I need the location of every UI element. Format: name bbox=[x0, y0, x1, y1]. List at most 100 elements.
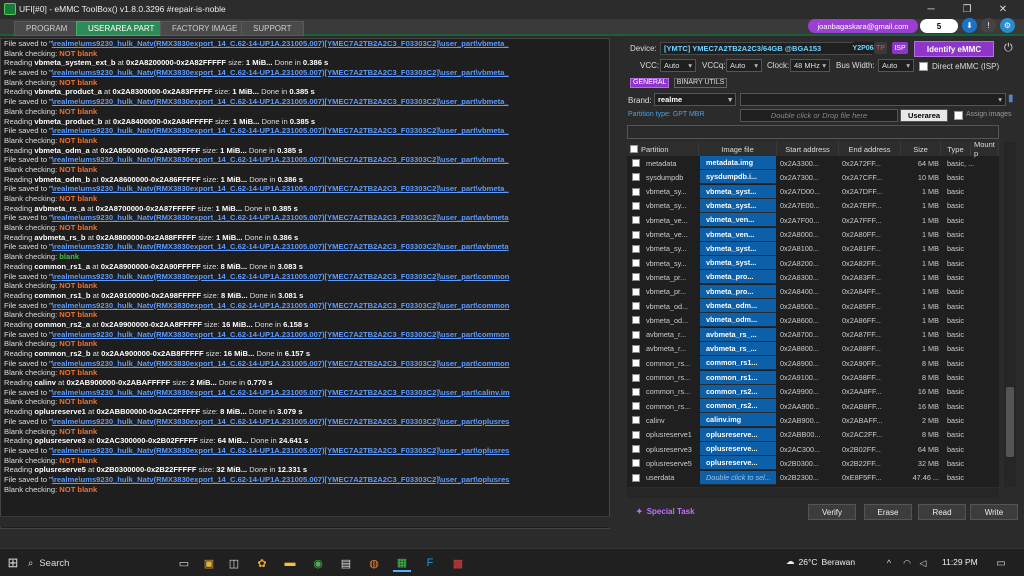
table-row[interactable]: vbmeta_pr... vbmeta_pro... 0x2A8400... 0x2A… bbox=[627, 284, 999, 299]
download-icon[interactable]: ⬇ bbox=[962, 18, 977, 33]
log-saved-path[interactable]: \realme\ums9230_hulk_Natv(RMX3830export_… bbox=[52, 213, 509, 222]
row-image-file[interactable]: vbmeta_ven... bbox=[700, 213, 776, 228]
row-image-file[interactable]: oplusreserve... bbox=[700, 442, 776, 456]
widgets-icon[interactable]: ◫ bbox=[225, 554, 243, 572]
row-image-file[interactable]: vbmeta_syst... bbox=[700, 198, 776, 213]
clock[interactable]: 11:29 PM bbox=[942, 557, 978, 567]
chrome-icon[interactable]: ◉ bbox=[309, 554, 327, 572]
brand-model-select[interactable] bbox=[740, 93, 1006, 106]
tray-chevron-icon[interactable]: ^ bbox=[880, 554, 898, 572]
info-icon[interactable]: ! bbox=[981, 18, 996, 33]
table-row[interactable]: common_rs... common_rs2... 0x2AA900... 0x2A… bbox=[627, 399, 999, 414]
table-row[interactable]: vbmeta_pr... vbmeta_pro... 0x2A8300... 0x2A… bbox=[627, 270, 999, 285]
log-saved-path[interactable]: \realme\ums9230_hulk_Natv(RMX3830export_… bbox=[52, 184, 509, 193]
table-row[interactable]: vbmeta_od... vbmeta_odm... 0x2A8600... 0x2A… bbox=[627, 313, 999, 328]
filter-bar[interactable] bbox=[627, 125, 999, 139]
direct-emmc-checkbox[interactable] bbox=[919, 62, 928, 71]
row-checkbox[interactable] bbox=[632, 316, 640, 325]
table-row[interactable]: common_rs... common_rs1... 0x2A9100... 0x2A… bbox=[627, 370, 999, 385]
row-image-file[interactable]: metadata.img bbox=[700, 156, 776, 170]
log-saved-path[interactable]: \realme\ums9230_hulk_Natv(RMX3830export_… bbox=[52, 301, 510, 310]
tab-userarea-part[interactable]: USERAREA PART bbox=[76, 21, 167, 36]
scroll-thumb[interactable] bbox=[1006, 387, 1014, 457]
row-image-file[interactable]: calinv.img bbox=[700, 413, 776, 428]
row-image-file[interactable]: vbmeta_odm... bbox=[700, 313, 776, 328]
row-checkbox[interactable] bbox=[632, 344, 640, 353]
row-checkbox[interactable] bbox=[632, 416, 640, 425]
task-view-icon[interactable]: ▭ bbox=[175, 554, 193, 572]
brand-select[interactable]: realme bbox=[654, 93, 736, 106]
table-row[interactable]: common_rs... common_rs1... 0x2A8900... 0x2A… bbox=[627, 356, 999, 371]
row-checkbox[interactable] bbox=[632, 402, 640, 411]
row-checkbox[interactable] bbox=[632, 473, 640, 482]
table-row[interactable]: vbmeta_od... vbmeta_odm... 0x2A8500... 0x2A… bbox=[627, 299, 999, 313]
table-row[interactable]: calinv calinv.img 0x2AB900... 0x2ABAFF... 2 … bbox=[627, 413, 999, 428]
app-icon-f[interactable]: F bbox=[421, 554, 439, 572]
table-row[interactable]: oplusreserve5 oplusreserve... 0x2B0300... 0… bbox=[627, 456, 999, 471]
table-row[interactable]: vbmeta_sy... vbmeta_syst... 0x2A7E00... 0x2… bbox=[627, 198, 999, 213]
row-image-file[interactable]: vbmeta_pro... bbox=[700, 270, 776, 285]
log-saved-path[interactable]: \realme\ums9230_hulk_Natv(RMX3830export_… bbox=[52, 330, 510, 339]
row-checkbox[interactable] bbox=[632, 244, 640, 253]
ufi-app-icon[interactable]: ▦ bbox=[393, 554, 411, 572]
log-vertical-scrollbar[interactable] bbox=[611, 38, 621, 529]
table-row[interactable]: vbmeta_ve... vbmeta_ven... 0x2A7F00... 0x2A… bbox=[627, 213, 999, 228]
tab-program[interactable]: PROGRAM bbox=[14, 21, 80, 36]
row-checkbox[interactable] bbox=[632, 459, 640, 468]
windows-start-icon[interactable]: ⊞ bbox=[4, 554, 22, 572]
row-checkbox[interactable] bbox=[632, 259, 640, 268]
log-saved-path[interactable]: \realme\ums9230_hulk_Natv(RMX3830export_… bbox=[52, 126, 509, 135]
file-drop-input[interactable]: Double click or Drop file here bbox=[740, 109, 898, 122]
row-image-file[interactable]: common_rs1... bbox=[700, 356, 776, 371]
copilot-icon[interactable]: ✿ bbox=[253, 554, 271, 572]
row-image-file[interactable]: common_rs1... bbox=[700, 370, 776, 385]
log-horizontal-scrollbar[interactable] bbox=[0, 516, 610, 527]
row-checkbox[interactable] bbox=[632, 330, 640, 339]
row-checkbox[interactable] bbox=[632, 216, 640, 225]
log-saved-path[interactable]: \realme\ums9230_hulk_Natv(RMX3830export_… bbox=[52, 68, 509, 77]
row-image-file[interactable]: oplusreserve... bbox=[700, 427, 776, 442]
table-horizontal-scrollbar[interactable] bbox=[627, 488, 999, 498]
table-row[interactable]: avbmeta_r... avbmeta_rs_... 0x2A8800... 0x2… bbox=[627, 341, 999, 356]
log-saved-path[interactable]: \realme\ums9230_hulk_Natv(RMX3830export_… bbox=[52, 155, 509, 164]
taskbar-search[interactable]: ⌕ Search bbox=[28, 553, 148, 573]
read-button[interactable]: Read bbox=[918, 504, 966, 520]
maximize-button[interactable]: ❐ bbox=[952, 0, 982, 18]
row-image-file[interactable]: common_rs2... bbox=[700, 399, 776, 414]
log-saved-path[interactable]: \realme\ums9230_hulk_Natv(RMX3830export_… bbox=[52, 475, 510, 484]
row-checkbox[interactable] bbox=[632, 430, 640, 439]
verify-button[interactable]: Verify bbox=[808, 504, 856, 520]
assign-images-checkbox[interactable] bbox=[954, 111, 963, 120]
log-saved-path[interactable]: \realme\ums9230_hulk_Natv(RMX3830export_… bbox=[52, 242, 509, 251]
row-checkbox[interactable] bbox=[632, 201, 640, 210]
row-image-file[interactable]: avbmeta_rs_... bbox=[700, 341, 776, 356]
weather-widget[interactable]: ☁ 26°C Berawan bbox=[786, 556, 855, 567]
log-saved-path[interactable]: \realme\ums9230_hulk_Natv(RMX3830export_… bbox=[52, 272, 510, 281]
tab-support[interactable]: SUPPORT bbox=[241, 21, 304, 36]
table-row[interactable]: avbmeta_r... avbmeta_rs_... 0x2A8700... 0x2… bbox=[627, 327, 999, 342]
header-partition[interactable]: Partition bbox=[627, 142, 699, 156]
special-task-button[interactable]: ✦ Special Task bbox=[636, 507, 695, 516]
table-row[interactable]: vbmeta_sy... vbmeta_syst... 0x2A8200... 0x2… bbox=[627, 256, 999, 271]
subtab-general[interactable]: GENERAL bbox=[630, 78, 670, 88]
vccq-select[interactable]: Auto bbox=[726, 59, 762, 72]
store-icon[interactable]: ▤ bbox=[337, 554, 355, 572]
minimize-button[interactable]: ─ bbox=[916, 0, 946, 18]
row-checkbox[interactable] bbox=[632, 359, 640, 368]
row-image-file[interactable]: oplusreserve... bbox=[700, 456, 776, 471]
row-image-file[interactable]: avbmeta_rs_... bbox=[700, 327, 776, 342]
row-image-file[interactable]: vbmeta_syst... bbox=[700, 184, 776, 199]
row-checkbox[interactable] bbox=[632, 173, 640, 182]
log-saved-path[interactable]: \realme\ums9230_hulk_Natv(RMX3830export_… bbox=[52, 39, 509, 48]
row-image-file[interactable]: Double click to sel... bbox=[700, 470, 776, 485]
browser-icon[interactable]: ◍ bbox=[365, 554, 383, 572]
folder-icon[interactable]: ▮ bbox=[1008, 93, 1014, 104]
table-row[interactable]: sysdumpdb sysdumpdb.i... 0x2A7300... 0x2A7C… bbox=[627, 170, 999, 185]
header-end-address[interactable]: End address bbox=[839, 142, 901, 156]
log-panel[interactable]: File saved to "\realme\ums9230_hulk_Natv… bbox=[0, 38, 610, 529]
vcc-select[interactable]: Auto bbox=[660, 59, 696, 72]
header-mount-point[interactable]: Mount p bbox=[971, 142, 999, 158]
header-type[interactable]: Type bbox=[941, 142, 971, 156]
log-saved-path[interactable]: \realme\ums9230_hulk_Natv(RMX3830export_… bbox=[52, 417, 510, 426]
userarea-select[interactable]: Userarea bbox=[900, 109, 948, 122]
